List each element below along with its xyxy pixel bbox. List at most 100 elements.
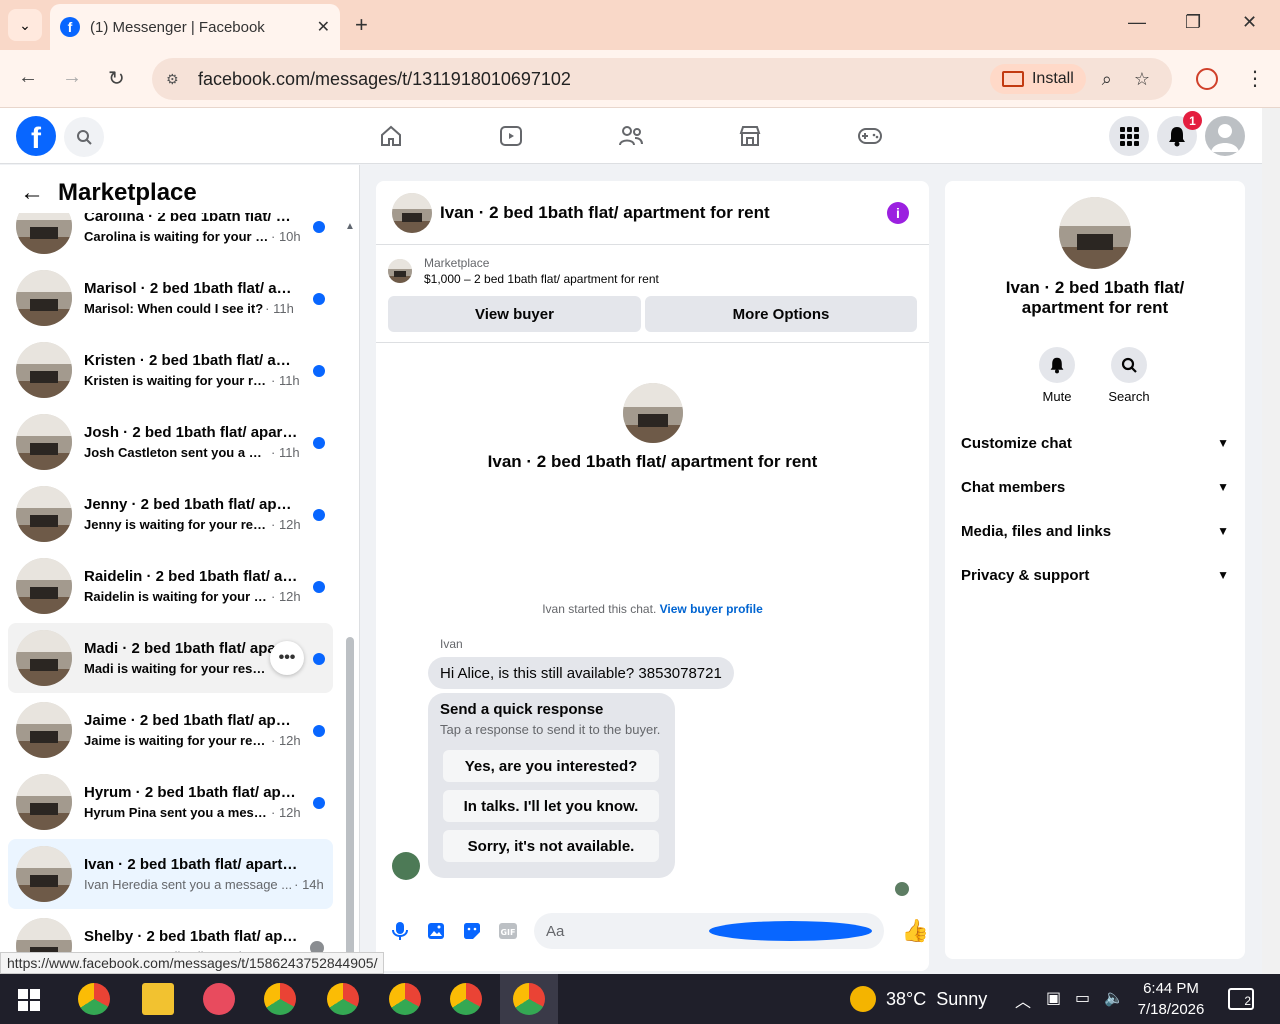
tab-close-icon[interactable]: ✕ [317,17,330,37]
bookmark-star-icon[interactable]: ☆ [1134,69,1150,90]
chrome-taskbar-icon[interactable] [78,983,110,1015]
more-options-button[interactable]: More Options [645,296,917,332]
conversation-preview: Jenny is waiting for your resp... [84,517,269,532]
chat-started-text: Ivan started this chat. [542,602,657,616]
conversation-item[interactable]: Josh · 2 bed 1bath flat/ apart... Josh Ca… [8,407,333,477]
file-explorer-icon[interactable] [142,983,174,1015]
volume-icon[interactable]: 🔈 [1104,988,1124,1008]
chrome-profile-icon[interactable] [327,983,359,1015]
thumbs-up-icon[interactable]: 👍 [902,918,929,944]
photo-icon[interactable] [424,919,448,943]
friends-icon[interactable] [617,122,645,150]
network-icon[interactable]: ▭ [1075,988,1090,1008]
listing-summary[interactable]: Marketplace $1,000 – 2 bed 1bath flat/ a… [388,256,659,286]
quick-response-button[interactable]: In talks. I'll let you know. [443,790,659,822]
view-buyer-button[interactable]: View buyer [388,296,641,332]
seen-indicator-avatar [895,882,909,896]
info-icon[interactable]: i [887,201,909,224]
chat-members-section[interactable]: Chat members ▼ [961,469,1229,505]
back-icon[interactable]: ← [18,66,38,89]
weather-widget[interactable]: 38°C Sunny [850,986,987,1012]
chat-header-avatar[interactable] [392,192,432,233]
facebook-favicon-icon: f [60,17,80,37]
message-bubble[interactable]: Hi Alice, is this still available? 38530… [428,657,734,689]
chrome-profile-icon[interactable] [264,983,296,1015]
conversation-item[interactable]: Ivan · 2 bed 1bath flat/ apartme... Ivan … [8,839,333,909]
mute-button[interactable]: Mute [1027,347,1087,404]
account-avatar[interactable] [1205,116,1245,156]
message-input[interactable]: Aa [533,913,884,949]
conversation-time: · 11h [265,301,294,316]
facebook-logo-icon[interactable]: f [16,116,56,156]
conversation-info-panel: Ivan · 2 bed 1bath flat/ apartment for r… [945,181,1245,959]
gif-icon[interactable]: GIF [496,919,520,943]
tab-search-button[interactable]: ⌄ [8,9,42,41]
forward-icon[interactable]: → [62,66,82,89]
media-files-links-section[interactable]: Media, files and links ▼ [961,513,1229,549]
buyer-avatar[interactable] [392,852,420,880]
view-buyer-profile-link[interactable]: View buyer profile [660,602,763,616]
zoom-icon[interactable]: ⌕ [1102,69,1112,90]
browser-profile-icon[interactable] [1196,68,1218,90]
chrome-profile-icon[interactable] [450,983,482,1015]
unread-dot [313,725,325,737]
customize-chat-section[interactable]: Customize chat ▼ [961,425,1229,461]
restore-icon[interactable]: ❐ [1185,12,1201,33]
facebook-search-button[interactable] [64,117,104,157]
browser-menu-icon[interactable]: ⋮ [1245,66,1265,91]
conversation-item[interactable]: Jenny · 2 bed 1bath flat/ apart... Jenny … [8,479,333,549]
conversation-more-icon[interactable]: ••• [270,641,304,675]
quick-response-button[interactable]: Sorry, it's not available. [443,830,659,862]
chrome-profile-icon[interactable] [513,983,545,1015]
conversation-item[interactable]: Marisol · 2 bed 1bath flat/ apa... Mariso… [8,263,333,333]
system-clock[interactable]: 6:44 PM 7/18/2026 [1136,978,1206,1020]
browser-tab[interactable]: f (1) Messenger | Facebook ✕ [50,4,340,50]
windows-start-icon[interactable] [18,989,40,1011]
video-icon[interactable] [497,122,525,150]
conversation-item[interactable]: Raidelin · 2 bed 1bath flat/ ap... Raidel… [8,551,333,621]
conversation-avatar [16,558,72,614]
unread-dot [313,293,325,305]
tray-notification-count: 2 [1244,994,1251,1008]
marketplace-sidebar: ← Marketplace Carolina · 2 bed 1bath fla… [0,165,360,974]
marketplace-icon[interactable] [736,122,764,150]
conversation-item[interactable]: Hyrum · 2 bed 1bath flat/ apa... Hyrum Pi… [8,767,333,837]
conversation-time: · 14h [294,877,324,892]
search-conversation-button[interactable]: Search [1099,347,1159,404]
emoji-icon[interactable] [708,921,872,941]
home-icon[interactable] [377,122,405,150]
privacy-support-section[interactable]: Privacy & support ▼ [961,557,1229,593]
conversation-item[interactable]: Jaime · 2 bed 1bath flat/ apart... Jaime … [8,695,333,765]
sticker-icon[interactable] [460,919,484,943]
window-close-icon[interactable]: ✕ [1242,12,1257,33]
microphone-icon[interactable] [388,919,412,943]
notification-center-icon[interactable]: 2 [1228,988,1254,1010]
install-app-button[interactable]: Install [989,64,1086,94]
chevron-down-icon: ▼ [1217,436,1229,450]
address-bar[interactable]: ⚙ facebook.com/messages/t/13119180106971… [152,58,1172,100]
menu-grid-button[interactable] [1109,116,1149,156]
unread-dot [313,437,325,449]
gaming-icon[interactable] [856,122,884,150]
chrome-profile-icon[interactable] [389,983,421,1015]
site-info-icon[interactable]: ⚙ [166,71,186,88]
tray-chevron-icon[interactable]: ︿ [1015,988,1031,1012]
sidebar-scrollbar[interactable]: ▲ [344,217,356,967]
quick-response-button[interactable]: Yes, are you interested? [443,750,659,782]
meet-icon[interactable]: ▣ [1046,988,1061,1008]
scroll-up-icon[interactable]: ▲ [345,221,355,232]
scrollbar-thumb[interactable] [346,637,354,967]
conversation-item[interactable]: Kristen · 2 bed 1bath flat/ apa... Kriste… [8,335,333,405]
page-scrollbar[interactable] [1262,108,1280,974]
new-tab-icon[interactable]: + [355,12,368,38]
snipping-tool-icon[interactable] [203,983,235,1015]
minimize-icon[interactable]: — [1128,12,1146,33]
back-arrow-icon[interactable]: ← [20,179,44,207]
unread-dot [313,797,325,809]
reload-icon[interactable]: ↻ [108,66,125,91]
url-text[interactable]: facebook.com/messages/t/1311918010697102 [198,69,990,90]
conversation-item[interactable]: Carolina · 2 bed 1bath flat/ apartment f… [8,213,333,261]
conversation-item[interactable]: Madi · 2 bed 1bath flat/ apar... Madi is … [8,623,333,693]
chat-title[interactable]: Ivan · 2 bed 1bath flat/ apartment for r… [440,203,887,223]
clock-date: 7/18/2026 [1137,1001,1205,1018]
